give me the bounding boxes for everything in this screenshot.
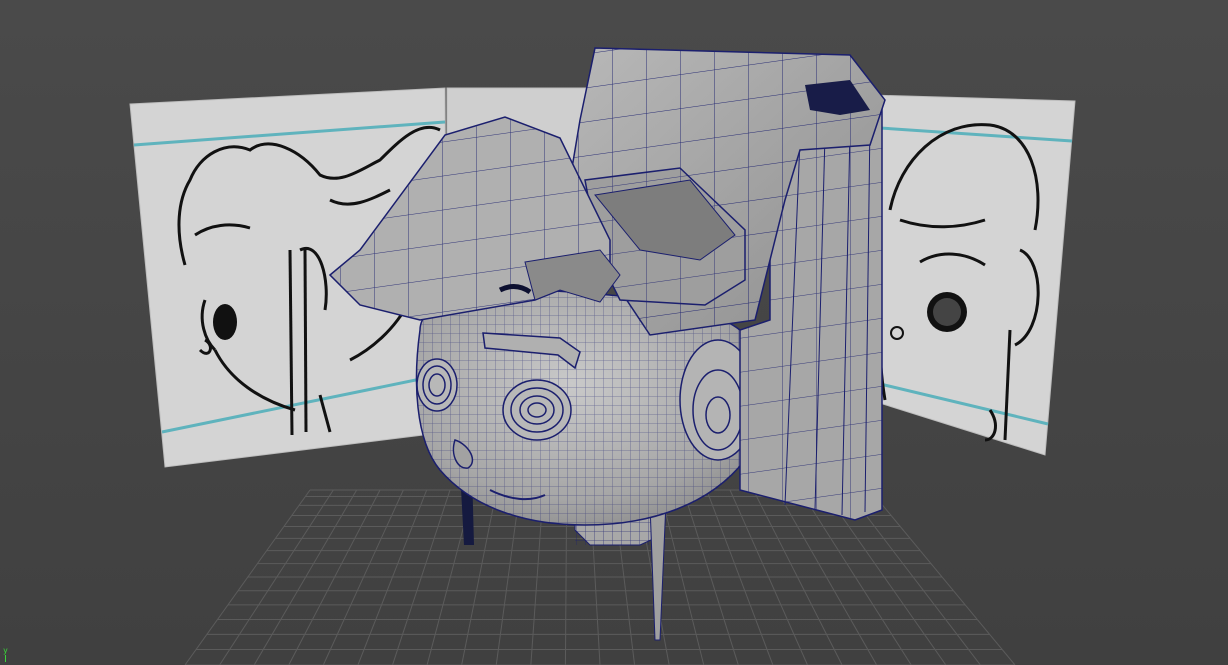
grid-line — [219, 489, 334, 665]
grid-line — [392, 489, 451, 665]
axis-y-label: y — [3, 646, 8, 655]
scene-canvas[interactable] — [0, 0, 1228, 665]
grid-line — [322, 489, 404, 665]
grid-line — [729, 489, 808, 665]
grid-line — [184, 489, 311, 665]
grid-line — [682, 489, 739, 665]
grid-line — [752, 489, 843, 665]
axis-y-line — [5, 655, 6, 662]
grid-line — [659, 489, 705, 665]
eye-left-mesh[interactable] — [502, 379, 572, 441]
image-plane-front-view[interactable] — [869, 94, 1076, 456]
grid-line — [869, 489, 1016, 665]
axis-gizmo: y — [2, 647, 14, 663]
grid-line — [357, 489, 428, 665]
3d-viewport[interactable]: y — [0, 0, 1228, 665]
grid-line — [253, 489, 358, 665]
eye-right-mesh[interactable] — [416, 358, 458, 412]
grid-line — [288, 489, 381, 665]
grid-line — [706, 489, 774, 665]
